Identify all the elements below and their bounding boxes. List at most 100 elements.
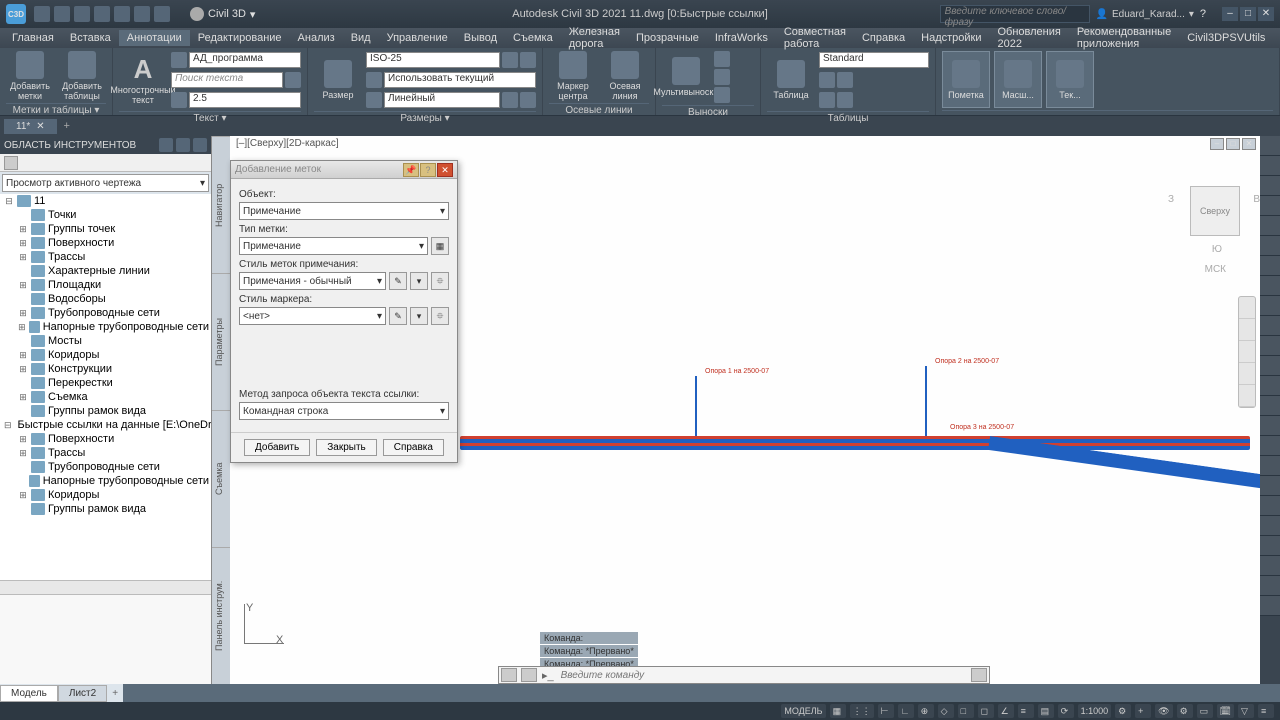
search-icon[interactable] [285, 72, 301, 88]
panel-tables-title[interactable]: Таблицы [767, 111, 929, 124]
tree-item[interactable]: ⊞Площадки [0, 278, 211, 292]
ribbon-tab-3[interactable]: Редактирование [190, 30, 290, 46]
nav-zoom-icon[interactable] [1239, 341, 1255, 363]
sb-qp-icon[interactable]: 🗓 [1217, 704, 1234, 718]
tree-toggle-icon[interactable]: ⊞ [18, 224, 28, 235]
ml-icon3[interactable] [714, 87, 730, 103]
dialog-close-button[interactable]: ✕ [437, 163, 453, 177]
add-button[interactable]: Добавить [244, 439, 310, 456]
app-logo[interactable]: C3D [6, 4, 26, 24]
ribbon-tab-7[interactable]: Вывод [456, 30, 505, 46]
rtb-icon[interactable] [1260, 296, 1280, 316]
dim-style-combo[interactable]: ISO-25 [366, 52, 500, 68]
tree-item[interactable]: ⊟Быстрые ссылки на данные [E:\OneDrive\W… [0, 418, 211, 432]
table-style-combo[interactable]: Standard [819, 52, 929, 68]
rtb-icon[interactable] [1260, 196, 1280, 216]
ribbon-tab-4[interactable]: Анализ [290, 30, 343, 46]
tree-toggle-icon[interactable]: ⊞ [18, 322, 26, 333]
tree-item[interactable]: Характерные линии [0, 264, 211, 278]
sb-infer-icon[interactable]: ⊢ [878, 704, 894, 718]
ts-home-icon[interactable] [4, 156, 18, 170]
text-other-button[interactable]: Тек... [1046, 51, 1094, 108]
sb-iso-icon[interactable]: ◇ [938, 704, 954, 718]
tb-i4[interactable] [837, 92, 853, 108]
marker-pick-button[interactable]: ⯐ [431, 307, 449, 325]
tree-toggle-icon[interactable]: ⊞ [18, 490, 28, 501]
object-combo[interactable]: Примечание▾ [239, 202, 449, 220]
style-dropdown-button[interactable]: ▾ [410, 272, 428, 290]
panel-labels-title[interactable]: Метки и таблицы ▾ [6, 103, 106, 116]
linear-combo[interactable]: Линейный [384, 92, 500, 108]
tb-i3[interactable] [819, 92, 835, 108]
dim-sm2[interactable] [520, 92, 536, 108]
mdi-close-button[interactable]: ✕ [1242, 138, 1256, 150]
panel-leaders-title[interactable]: Выноски [662, 105, 754, 118]
nav-orbit-icon[interactable] [1239, 363, 1255, 385]
model-tab[interactable]: Модель [0, 685, 58, 702]
tb-i2[interactable] [837, 72, 853, 88]
tree-item[interactable]: Точки [0, 208, 211, 222]
close-button[interactable]: Закрыть [316, 439, 377, 456]
tree-toggle-icon[interactable]: ⊞ [18, 308, 28, 319]
ribbon-tab-0[interactable]: Главная [4, 30, 62, 46]
ribbon-tab-1[interactable]: Вставка [62, 30, 119, 46]
sb-plus-icon[interactable]: + [1135, 704, 1151, 718]
toolspace-tab-3[interactable]: Панель инструм. [212, 547, 230, 684]
tree-item[interactable]: Напорные трубопроводные сети [0, 474, 211, 488]
ribbon-tab-10[interactable]: Прозрачные [628, 30, 707, 46]
tree-toggle-icon[interactable]: ⊞ [18, 392, 28, 403]
tree-item[interactable]: ⊞Конструкции [0, 362, 211, 376]
file-tab-11[interactable]: 11* ✕ [4, 119, 57, 134]
tree-item[interactable]: ⊞Коридоры [0, 348, 211, 362]
tree-toggle-icon[interactable]: ⊞ [18, 238, 28, 249]
prospector-tree[interactable]: ⊟11Точки⊞Группы точек⊞Поверхности⊞Трассы… [0, 194, 211, 580]
ribbon-tab-17[interactable]: Civil3DPSVUtils [1179, 30, 1273, 46]
tree-item[interactable]: ⊞Поверхности [0, 236, 211, 250]
cmdline-close-icon[interactable] [501, 668, 517, 682]
tb-i1[interactable] [819, 72, 835, 88]
rtb-icon[interactable] [1260, 476, 1280, 496]
textstyle-icon[interactable] [171, 52, 187, 68]
tree-toggle-icon[interactable]: ⊞ [18, 252, 28, 263]
ribbon-tab-14[interactable]: Надстройки [913, 30, 989, 46]
centerline-button[interactable]: Осевая линия [601, 51, 649, 101]
sb-annomon-icon[interactable]: 👁 [1155, 704, 1172, 718]
user-menu[interactable]: 👤 Eduard_Karad... ▾ [1096, 9, 1194, 20]
markup-button[interactable]: Масш... [994, 51, 1042, 108]
rtb-icon[interactable] [1260, 136, 1280, 156]
sb-cycling-icon[interactable]: ⟳ [1058, 704, 1074, 718]
rtb-icon[interactable] [1260, 536, 1280, 556]
tree-item[interactable]: ⊞Коридоры [0, 488, 211, 502]
qat-save-icon[interactable] [74, 6, 90, 22]
rtb-icon[interactable] [1260, 256, 1280, 276]
panel-text-title[interactable]: Текст ▾ [119, 111, 301, 124]
tree-item[interactable]: Водосборы [0, 292, 211, 306]
label-style-combo[interactable]: Примечания - обычный▾ [239, 272, 386, 290]
ml-icon2[interactable] [714, 69, 730, 85]
rtb-icon[interactable] [1260, 516, 1280, 536]
panel-centerlines-title[interactable]: Осевые линии [549, 103, 649, 116]
minimize-button[interactable]: – [1222, 7, 1238, 21]
mdi-restore-button[interactable]: □ [1226, 138, 1240, 150]
layout-tab[interactable]: Лист2 [58, 685, 107, 702]
cmdline-recent-icon[interactable] [971, 668, 987, 682]
sb-polar-icon[interactable]: ⊕ [918, 704, 934, 718]
sb-model[interactable]: МОДЕЛЬ [781, 704, 825, 718]
view-cube[interactable]: Сверху [1190, 186, 1240, 236]
text-style-combo[interactable]: АД_программа [189, 52, 301, 68]
add-labels-button[interactable]: Добавить метки [6, 51, 54, 101]
tree-hscroll[interactable] [0, 580, 211, 594]
toolspace-tab-0[interactable]: Навигатор [212, 136, 230, 273]
nav-pan-icon[interactable] [1239, 319, 1255, 341]
sb-workspace-icon[interactable]: ⚙ [1177, 704, 1193, 718]
tree-item[interactable]: ⊞Поверхности [0, 432, 211, 446]
qat-open-icon[interactable] [54, 6, 70, 22]
rtb-icon[interactable] [1260, 416, 1280, 436]
tree-item[interactable]: Мосты [0, 334, 211, 348]
ts-icon1[interactable] [159, 138, 173, 152]
toolspace-view-dropdown[interactable]: Просмотр активного чертежа▾ [2, 174, 209, 192]
dim-icon[interactable] [502, 52, 518, 68]
qat-plot-icon[interactable] [114, 6, 130, 22]
rtb-icon[interactable] [1260, 576, 1280, 596]
tree-item[interactable]: ⊞Трубопроводные сети [0, 306, 211, 320]
